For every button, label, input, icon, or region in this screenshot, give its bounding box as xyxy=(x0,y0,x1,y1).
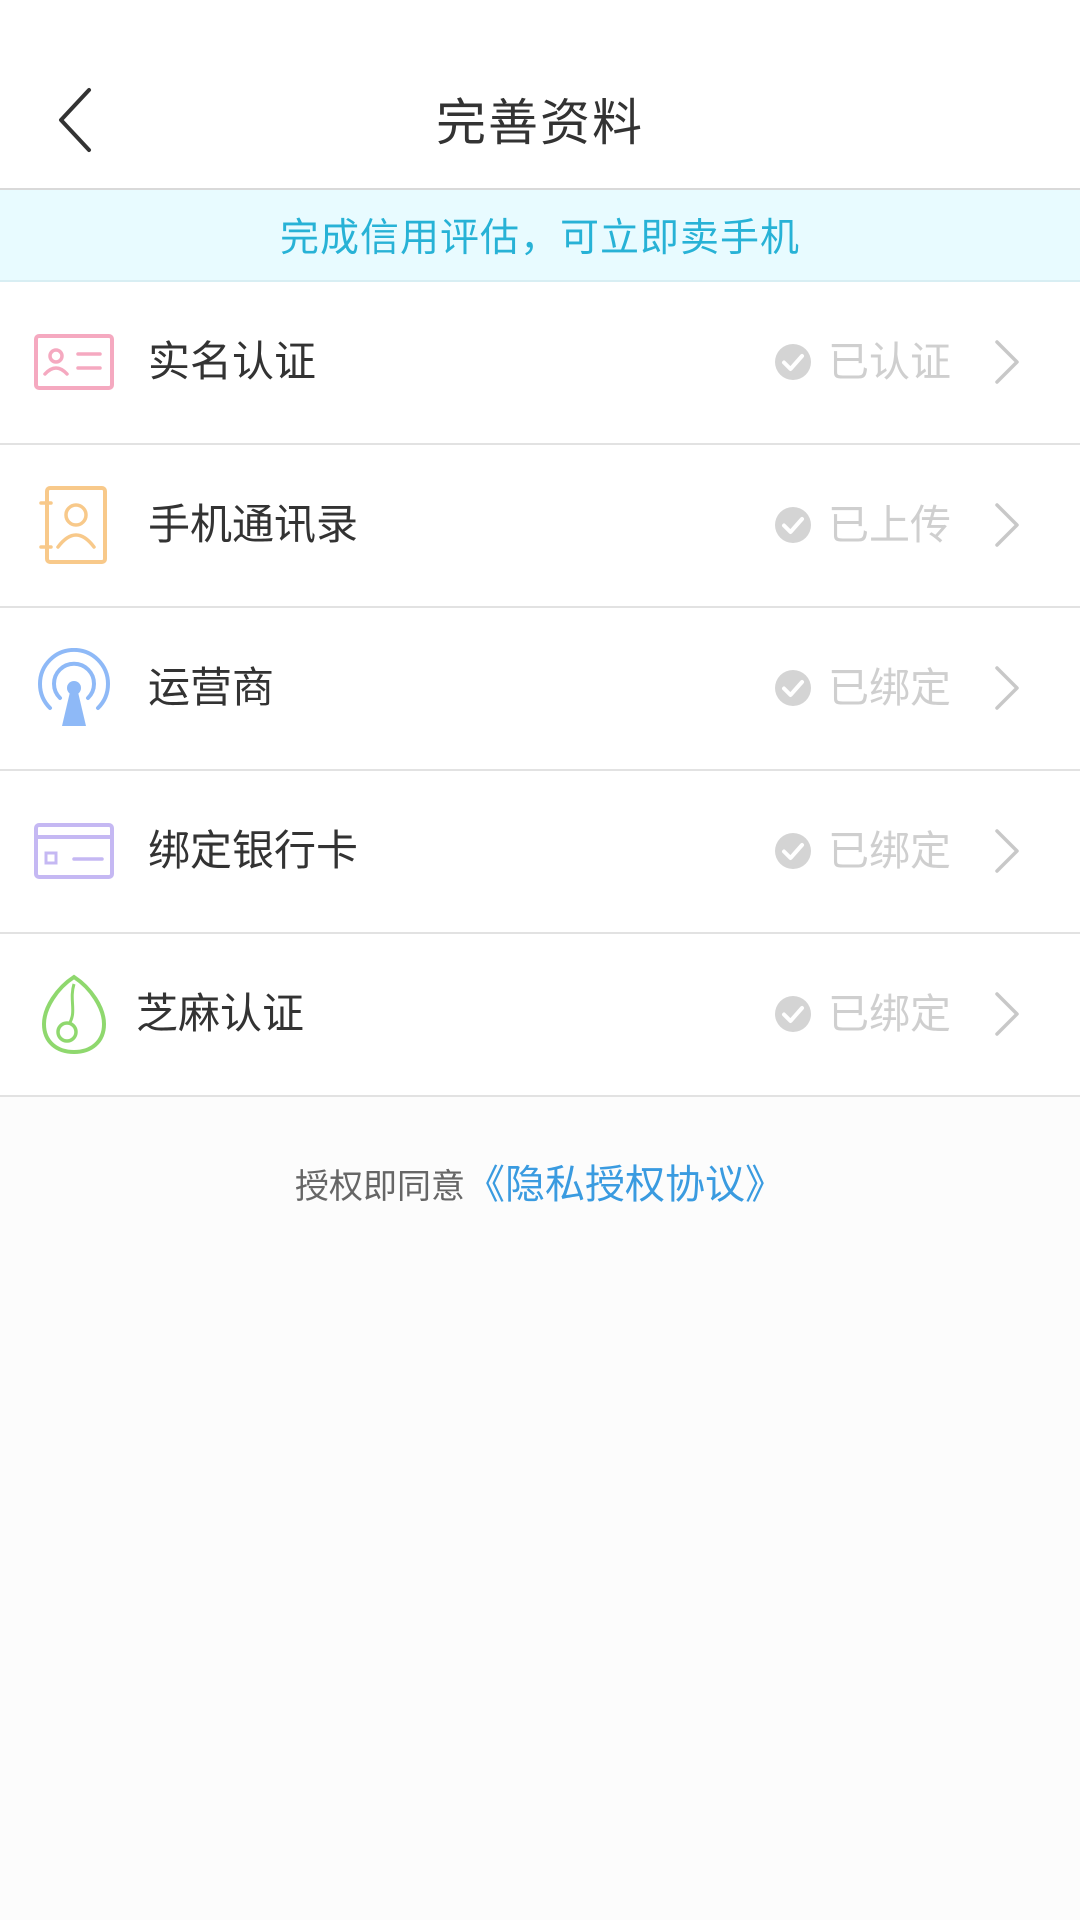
page-title: 完善资料 xyxy=(436,94,644,152)
page: 完善资料 完成信用评估，可立即卖手机 实名认证 已认证 手机通讯录 已上传 运营… xyxy=(0,0,1080,1920)
item-mobile-carrier[interactable]: 运营商 已绑定 xyxy=(0,608,1080,771)
header: 完善资料 xyxy=(0,0,1080,190)
item-label: 实名认证 xyxy=(148,337,317,386)
item-real-name-auth[interactable]: 实名认证 已认证 xyxy=(0,282,1080,445)
contacts-book-icon xyxy=(34,485,114,565)
item-sesame-auth[interactable]: 芝麻认证 已绑定 xyxy=(0,934,1080,1097)
privacy-agreement: 授权即同意《隐私授权协议》 xyxy=(0,1158,1080,1214)
status-text: 已认证 xyxy=(828,338,951,386)
chevron-right-icon xyxy=(995,829,1019,873)
check-circle-icon xyxy=(775,833,811,869)
item-bind-bank-card[interactable]: 绑定银行卡 已绑定 xyxy=(0,771,1080,934)
sesame-seed-icon xyxy=(34,974,114,1054)
item-label: 手机通讯录 xyxy=(148,500,359,549)
chevron-right-icon xyxy=(995,992,1019,1036)
item-label: 运营商 xyxy=(148,663,275,712)
banner-text: 完成信用评估，可立即卖手机 xyxy=(279,216,800,261)
check-circle-icon xyxy=(775,670,811,706)
status-text: 已绑定 xyxy=(828,664,951,712)
chevron-right-icon xyxy=(995,666,1019,710)
check-circle-icon xyxy=(775,344,811,380)
profile-item-list: 实名认证 已认证 手机通讯录 已上传 运营商 已绑定 绑定银行卡 已绑定 芝麻认… xyxy=(0,282,1080,1097)
status-text: 已绑定 xyxy=(828,827,951,875)
status-text: 已上传 xyxy=(828,501,951,549)
status-text: 已绑定 xyxy=(828,990,951,1038)
chevron-right-icon xyxy=(995,503,1019,547)
signal-tower-icon xyxy=(34,648,114,728)
credit-banner: 完成信用评估，可立即卖手机 xyxy=(0,190,1080,282)
privacy-agreement-link[interactable]: 《隐私授权协议》 xyxy=(465,1162,785,1208)
item-label: 绑定银行卡 xyxy=(148,826,359,875)
agreement-prefix: 授权即同意 xyxy=(295,1167,465,1207)
check-circle-icon xyxy=(775,507,811,543)
check-circle-icon xyxy=(775,996,811,1032)
item-phone-contacts[interactable]: 手机通讯录 已上传 xyxy=(0,445,1080,608)
chevron-right-icon xyxy=(995,340,1019,384)
bank-card-icon xyxy=(34,811,114,891)
id-card-icon xyxy=(34,322,114,402)
item-label: 芝麻认证 xyxy=(136,989,305,1038)
